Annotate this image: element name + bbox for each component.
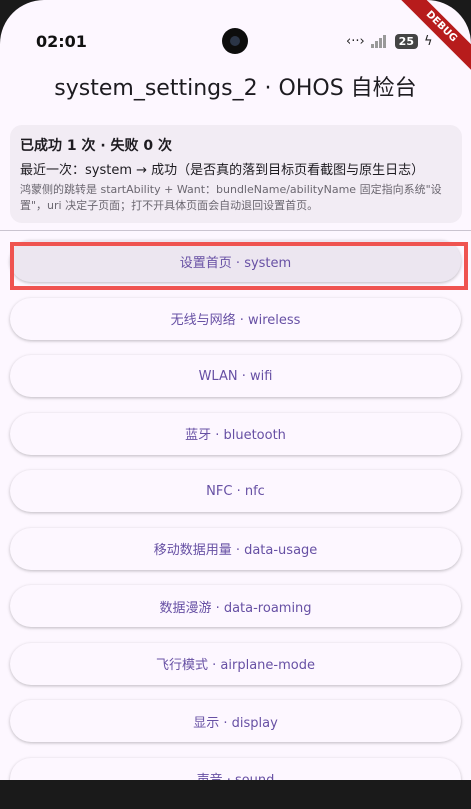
page-title: system_settings_2 · OHOS 自检台 — [54, 76, 417, 101]
settings-item-label: 飞行模式 · airplane-mode — [156, 658, 315, 673]
settings-item-sound[interactable]: 声音 · sound — [10, 757, 461, 780]
status-bar: 02:01 ‹··› 25 ϟ DEBUG — [0, 0, 471, 76]
charging-icon: ϟ — [423, 33, 433, 49]
status-time: 02:01 — [36, 32, 87, 51]
settings-item-data-usage[interactable]: 移动数据用量 · data-usage — [10, 527, 461, 570]
settings-item-label: 声音 · sound — [197, 769, 275, 780]
settings-item-data-roaming[interactable]: 数据漫游 · data-roaming — [10, 585, 461, 627]
device-screen: 02:01 ‹··› 25 ϟ DEBUG system_settings_2 … — [0, 0, 471, 809]
camera-cutout — [222, 28, 248, 54]
settings-item-airplane-mode[interactable]: 飞行模式 · airplane-mode — [10, 642, 461, 685]
summary-card: 已成功 1 次 · 失败 0 次 最近一次：system → 成功（是否真的落到… — [10, 125, 462, 223]
settings-item-bluetooth[interactable]: 蓝牙 · bluetooth — [10, 412, 461, 455]
settings-item-label: 无线与网络 · wireless — [170, 313, 301, 328]
signal-icon — [370, 34, 389, 48]
settings-item-label: NFC · nfc — [206, 483, 265, 499]
settings-item-wifi[interactable]: WLAN · wifi — [10, 355, 461, 397]
vpn-icon: ‹··› — [346, 33, 365, 49]
status-icons: ‹··› 25 ϟ — [346, 32, 433, 50]
battery-icon: 25 — [394, 33, 418, 49]
settings-list[interactable]: 设置首页 · system 无线与网络 · wireless WLAN · wifi… — [0, 232, 471, 780]
summary-note: 鸿蒙侧的跳转是 startAbility + Want：bundleName/a… — [20, 183, 442, 212]
settings-item-label: 显示 · display — [193, 715, 278, 731]
selection-highlight — [10, 242, 468, 290]
settings-item-wireless[interactable]: 无线与网络 · wireless — [10, 297, 461, 340]
summary-last-result: 最近一次：system → 成功（是否真的落到目标页看截图与原生日志） — [20, 163, 425, 178]
settings-item-label: 蓝牙 · bluetooth — [185, 428, 286, 443]
divider — [0, 230, 471, 231]
settings-item-label: 数据漫游 · data-roaming — [159, 600, 312, 616]
settings-item-display[interactable]: 显示 · display — [10, 700, 461, 742]
summary-title: 已成功 1 次 · 失败 0 次 — [20, 138, 173, 154]
settings-item-nfc[interactable]: NFC · nfc — [10, 470, 461, 512]
screen-bottom-edge — [0, 780, 471, 809]
settings-item-label: 移动数据用量 · data-usage — [153, 543, 318, 558]
settings-item-label: WLAN · wifi — [198, 368, 273, 384]
